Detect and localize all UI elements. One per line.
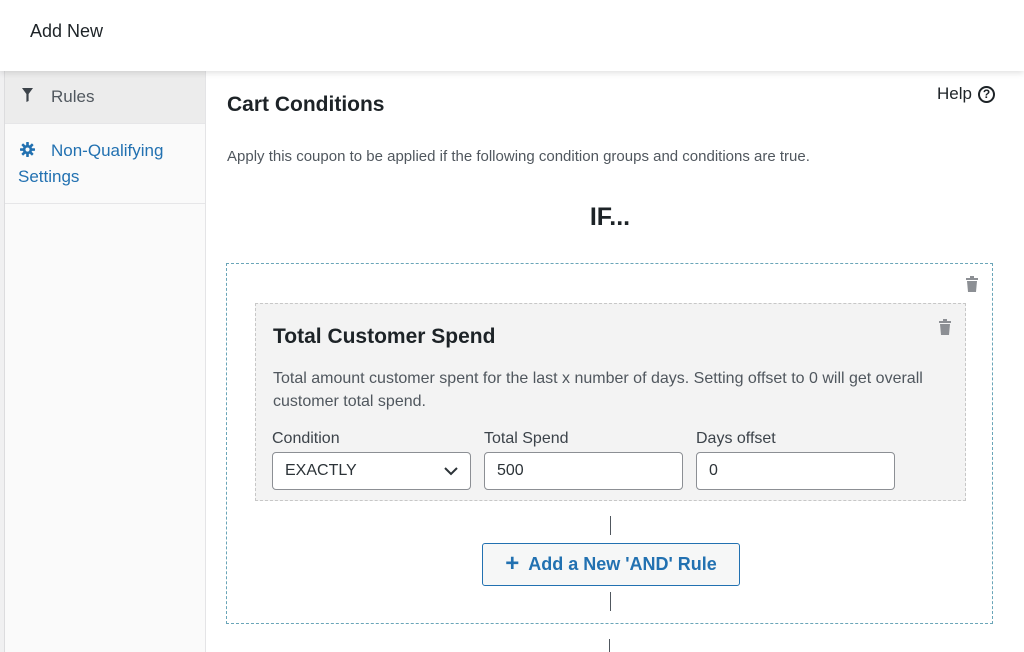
if-label: IF... — [589, 203, 631, 231]
condition-card: Total Customer Spend Total amount custom… — [255, 303, 966, 501]
help-icon: ? — [978, 85, 995, 103]
sidebar-item-label-line2: Settings — [18, 167, 80, 186]
sidebar-item-label: Rules — [51, 87, 95, 106]
coupon-rules-panel: Rules Non-Qualifying Settings Cart Condi… — [4, 71, 1024, 652]
delete-condition-icon[interactable] — [939, 319, 951, 335]
condition-select[interactable]: EXACTLY — [272, 452, 471, 490]
funnel-icon — [22, 88, 33, 102]
condition-field: Condition EXACTLY — [272, 430, 471, 490]
total-spend-label: Total Spend — [484, 430, 569, 447]
connector-line-next-group — [609, 639, 610, 652]
sidebar-item-label-line1: Non-Qualifying — [51, 141, 164, 160]
sidebar-item-non-qualifying-settings[interactable]: Non-Qualifying Settings — [5, 124, 205, 204]
add-and-rule-label: Add a New 'AND' Rule — [528, 554, 717, 574]
condition-title: Total Customer Spend — [273, 325, 496, 348]
add-and-rule-button[interactable]: + Add a New 'AND' Rule — [482, 543, 740, 586]
condition-group: Total Customer Spend Total amount custom… — [226, 263, 993, 624]
section-description: Apply this coupon to be applied if the f… — [227, 148, 810, 165]
total-spend-input[interactable] — [484, 452, 683, 490]
connector-line-bottom — [610, 592, 611, 611]
days-offset-input[interactable] — [696, 452, 895, 490]
help-label: Help — [937, 84, 972, 103]
condition-select-value: EXACTLY — [285, 462, 357, 479]
page-title: Add New — [30, 21, 104, 41]
delete-group-icon[interactable] — [966, 276, 978, 292]
chevron-down-icon — [444, 466, 458, 475]
connector-line-top — [610, 516, 611, 535]
sidebar: Rules Non-Qualifying Settings — [5, 71, 206, 652]
condition-label: Condition — [272, 430, 340, 447]
condition-description: Total amount customer spent for the last… — [273, 370, 923, 410]
main-content: Cart Conditions Help ? Apply this coupon… — [205, 71, 1024, 652]
plus-icon: + — [505, 549, 520, 577]
section-title: Cart Conditions — [227, 93, 385, 116]
top-bar: Add New — [0, 0, 1024, 71]
help-link[interactable]: Help ? — [937, 84, 995, 104]
gear-icon — [20, 142, 35, 157]
days-offset-field: Days offset — [696, 430, 895, 490]
total-spend-field: Total Spend — [484, 430, 683, 490]
days-offset-label: Days offset — [696, 430, 776, 447]
sidebar-item-rules[interactable]: Rules — [5, 71, 205, 124]
